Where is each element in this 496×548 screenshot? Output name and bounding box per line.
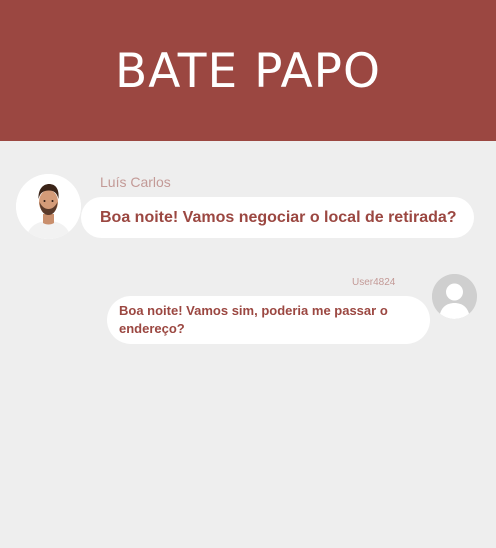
page-title: BATE PAPO xyxy=(115,44,381,99)
avatar[interactable] xyxy=(432,274,477,319)
chat-header: BATE PAPO xyxy=(0,0,496,141)
sender-name: Luís Carlos xyxy=(100,174,171,190)
message-bubble: Boa noite! Vamos sim, poderia me passar … xyxy=(107,296,430,344)
avatar[interactable] xyxy=(16,174,81,239)
message-text: Boa noite! Vamos sim, poderia me passar … xyxy=(119,303,388,336)
sender-name: User4824 xyxy=(352,277,396,288)
message-text: Boa noite! Vamos negociar o local de ret… xyxy=(100,208,457,226)
user-generic-icon xyxy=(432,274,477,319)
message-bubble: Boa noite! Vamos negociar o local de ret… xyxy=(81,197,474,238)
person-avatar-icon xyxy=(16,174,81,239)
